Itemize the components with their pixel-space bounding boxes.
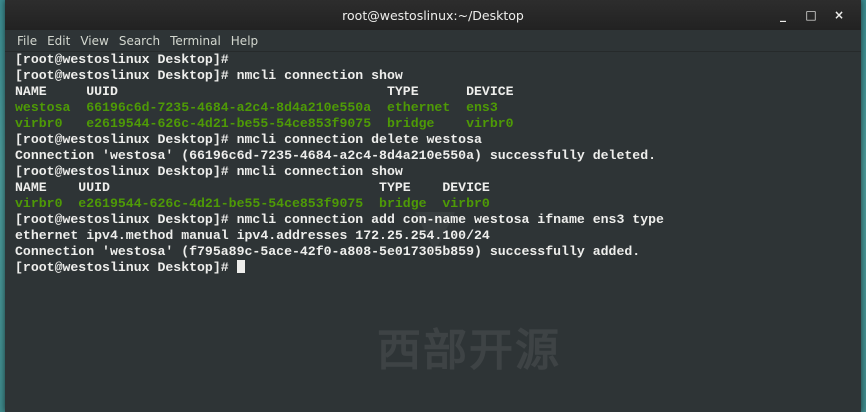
terminal-line-text: NAME UUID TYPE DEVICE bbox=[15, 84, 514, 99]
terminal-line-text: [root@westoslinux Desktop]# nmcli connec… bbox=[15, 212, 664, 227]
minimize-button[interactable]: _ bbox=[769, 5, 797, 25]
menu-edit[interactable]: Edit bbox=[47, 34, 70, 48]
terminal-output: [root@westoslinux Desktop]# [root@westosl… bbox=[15, 52, 664, 276]
menu-view[interactable]: View bbox=[80, 34, 108, 48]
terminal-line: [root@westoslinux Desktop]# nmcli connec… bbox=[15, 68, 664, 84]
maximize-button[interactable]: □ bbox=[797, 5, 825, 25]
terminal-line-text: virbr0 e2619544-626c-4d21-be55-54ce853f9… bbox=[15, 196, 490, 211]
terminal-line-text: [root@westoslinux Desktop]# bbox=[15, 260, 237, 275]
terminal-line-text: Connection 'westosa' (f795a89c-5ace-42f0… bbox=[15, 244, 641, 259]
terminal-line-text: [root@westoslinux Desktop]# nmcli connec… bbox=[15, 164, 403, 179]
terminal-line: [root@westoslinux Desktop]# nmcli connec… bbox=[15, 212, 664, 228]
terminal-line-text: ethernet ipv4.method manual ipv4.address… bbox=[15, 228, 490, 243]
terminal-line-text: [root@westoslinux Desktop]# nmcli connec… bbox=[15, 132, 482, 147]
terminal-line-text: westosa 66196c6d-7235-4684-a2c4-8d4a210e… bbox=[15, 100, 498, 115]
terminal-line: Connection 'westosa' (f795a89c-5ace-42f0… bbox=[15, 244, 664, 260]
terminal-line: [root@westoslinux Desktop]# nmcli connec… bbox=[15, 132, 664, 148]
terminal-line: NAME UUID TYPE DEVICE bbox=[15, 180, 664, 196]
terminal-line: [root@westoslinux Desktop]# bbox=[15, 260, 664, 276]
menu-help[interactable]: Help bbox=[231, 34, 258, 48]
menu-bar: File Edit View Search Terminal Help bbox=[5, 30, 861, 52]
terminal-line: NAME UUID TYPE DEVICE bbox=[15, 84, 664, 100]
watermark-text: 西部开源 bbox=[377, 325, 561, 376]
title-bar[interactable]: root@westoslinux:~/Desktop _ □ × bbox=[5, 0, 861, 30]
menu-search[interactable]: Search bbox=[119, 34, 160, 48]
window-controls: _ □ × bbox=[769, 0, 853, 30]
terminal-line: virbr0 e2619544-626c-4d21-be55-54ce853f9… bbox=[15, 116, 664, 132]
terminal-line-text: [root@westoslinux Desktop]# bbox=[15, 52, 229, 67]
terminal-line: [root@westoslinux Desktop]# bbox=[15, 52, 664, 68]
terminal-area[interactable]: 西部开源 [root@westoslinux Desktop]# [root@we… bbox=[5, 52, 861, 412]
terminal-line: westosa 66196c6d-7235-4684-a2c4-8d4a210e… bbox=[15, 100, 664, 116]
terminal-line-text: NAME UUID TYPE DEVICE bbox=[15, 180, 490, 195]
terminal-line-text: Connection 'westosa' (66196c6d-7235-4684… bbox=[15, 148, 657, 163]
menu-file[interactable]: File bbox=[17, 34, 37, 48]
terminal-window: root@westoslinux:~/Desktop _ □ × File Ed… bbox=[5, 0, 861, 412]
close-button[interactable]: × bbox=[825, 5, 853, 25]
terminal-line-text: virbr0 e2619544-626c-4d21-be55-54ce853f9… bbox=[15, 116, 514, 131]
terminal-line: virbr0 e2619544-626c-4d21-be55-54ce853f9… bbox=[15, 196, 664, 212]
terminal-line-text: [root@westoslinux Desktop]# nmcli connec… bbox=[15, 68, 403, 83]
terminal-cursor bbox=[236, 260, 245, 273]
terminal-line: ethernet ipv4.method manual ipv4.address… bbox=[15, 228, 664, 244]
menu-terminal[interactable]: Terminal bbox=[170, 34, 221, 48]
terminal-line: Connection 'westosa' (66196c6d-7235-4684… bbox=[15, 148, 664, 164]
terminal-line: [root@westoslinux Desktop]# nmcli connec… bbox=[15, 164, 664, 180]
window-title: root@westoslinux:~/Desktop bbox=[342, 7, 524, 23]
